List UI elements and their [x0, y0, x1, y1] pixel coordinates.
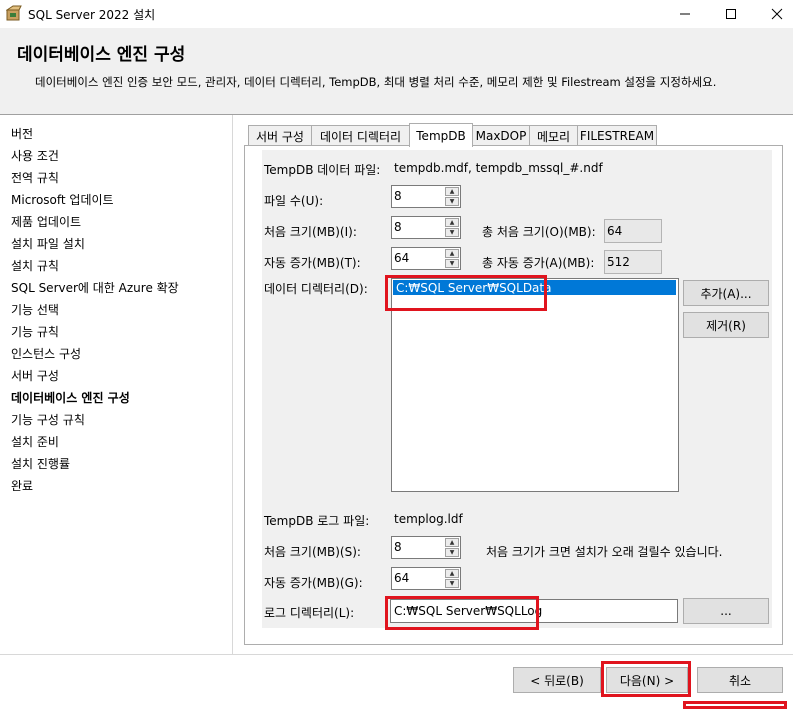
- total-autogrowth-label: 총 자동 증가(A)(MB):: [482, 256, 595, 270]
- nav-item: 전역 규칙: [11, 171, 59, 185]
- nav-item: 설치 준비: [11, 435, 59, 449]
- sql-setup-box-icon: [5, 5, 22, 21]
- log-initial-size-value: 8: [394, 540, 402, 554]
- total-initial-size-label: 총 처음 크기(O)(MB):: [482, 225, 596, 239]
- tab-filestream[interactable]: FILESTREAM: [577, 125, 657, 146]
- spin-down-icon[interactable]: ▼: [445, 259, 459, 268]
- total-initial-size-field: 64: [604, 219, 662, 243]
- total-autogrowth-value: 512: [607, 255, 630, 269]
- log-autogrowth-label: 자동 증가(MB)(G):: [264, 576, 363, 590]
- log-autogrowth-stepper[interactable]: 64 ▲ ▼: [391, 567, 461, 590]
- nav-item: 설치 진행률: [11, 457, 71, 471]
- log-file-label: TempDB 로그 파일:: [264, 514, 370, 528]
- autogrowth-label: 자동 증가(MB)(T):: [264, 256, 361, 270]
- remove-directory-button[interactable]: 제거(R): [683, 312, 769, 338]
- page-description: 데이터베이스 엔진 인증 보안 모드, 관리자, 데이터 디렉터리, TempD…: [35, 75, 717, 89]
- close-button[interactable]: [754, 0, 793, 28]
- minimize-button[interactable]: [662, 0, 708, 28]
- nav-item: 기능 규칙: [11, 325, 59, 339]
- tab-server-config[interactable]: 서버 구성: [248, 125, 312, 146]
- add-directory-button[interactable]: 추가(A)...: [683, 280, 769, 306]
- nav-item: 설치 규칙: [11, 259, 59, 273]
- nav-item: 인스턴스 구성: [11, 347, 82, 361]
- maximize-icon: [726, 9, 736, 19]
- data-directory-path: C:₩SQL Server₩SQLData: [396, 281, 552, 295]
- tab-tempdb[interactable]: TempDB: [409, 123, 473, 147]
- close-icon: [771, 8, 783, 20]
- nav-item: 서버 구성: [11, 369, 59, 383]
- data-directory-row[interactable]: C:₩SQL Server₩SQLData: [393, 280, 676, 295]
- nav-divider: [232, 115, 233, 655]
- nav-item: SQL Server에 대한 Azure 확장: [11, 281, 179, 295]
- log-directory-label: 로그 디렉터리(L):: [264, 606, 355, 620]
- nav-item: 기능 선택: [11, 303, 59, 317]
- page-header: 데이터베이스 엔진 구성 데이터베이스 엔진 인증 보안 모드, 관리자, 데이…: [0, 28, 793, 115]
- file-count-stepper[interactable]: 8 ▲ ▼: [391, 185, 461, 208]
- nav-item: 완료: [11, 479, 34, 493]
- spin-down-icon[interactable]: ▼: [445, 548, 459, 557]
- data-files-value: tempdb.mdf, tempdb_mssql_#.ndf: [394, 161, 603, 175]
- spin-down-icon[interactable]: ▼: [445, 579, 459, 588]
- tab-memory[interactable]: 메모리: [529, 125, 578, 146]
- maximize-button[interactable]: [708, 0, 754, 28]
- page-title: 데이터베이스 엔진 구성: [17, 45, 186, 65]
- initial-size-value: 8: [394, 220, 402, 234]
- spin-down-icon[interactable]: ▼: [445, 228, 459, 237]
- log-size-warning: 처음 크기가 크면 설치가 오래 걸릴수 있습니다.: [486, 545, 723, 559]
- window-title: SQL Server 2022 설치: [28, 8, 156, 22]
- nav-item: 사용 조건: [11, 149, 59, 163]
- initial-size-label: 처음 크기(MB)(I):: [264, 225, 357, 239]
- autogrowth-stepper[interactable]: 64 ▲ ▼: [391, 247, 461, 270]
- cancel-button-highlight: [683, 701, 787, 709]
- autogrowth-value: 64: [394, 251, 410, 265]
- spin-up-icon[interactable]: ▲: [445, 218, 459, 227]
- total-autogrowth-field: 512: [604, 250, 662, 274]
- nav-item: 설치 파일 설치: [11, 237, 85, 251]
- log-directory-path: C:₩SQL Server₩SQLLog: [394, 604, 543, 618]
- spin-up-icon[interactable]: ▲: [445, 538, 459, 547]
- nav-item: 제품 업데이트: [11, 215, 82, 229]
- spin-up-icon[interactable]: ▲: [445, 569, 459, 578]
- nav-item: 버전: [11, 127, 34, 141]
- back-button[interactable]: < 뒤로(B): [513, 667, 601, 693]
- nav-item: 데이터베이스 엔진 구성: [11, 391, 130, 405]
- log-initial-size-label: 처음 크기(MB)(S):: [264, 545, 361, 559]
- nav-item: 기능 구성 규칙: [11, 413, 85, 427]
- log-autogrowth-value: 64: [394, 571, 410, 585]
- file-count-value: 8: [394, 189, 402, 203]
- data-files-label: TempDB 데이터 파일:: [264, 163, 381, 177]
- spin-up-icon[interactable]: ▲: [445, 187, 459, 196]
- setup-steps-nav: 버전사용 조건전역 규칙 Microsoft 업데이트제품 업데이트설치 파일 설…: [0, 115, 232, 655]
- log-file-value: templog.ldf: [394, 512, 463, 526]
- spin-down-icon[interactable]: ▼: [445, 197, 459, 206]
- data-directories-label: 데이터 디렉터리(D):: [264, 282, 368, 296]
- spin-up-icon[interactable]: ▲: [445, 249, 459, 258]
- browse-log-directory-button[interactable]: ...: [683, 598, 769, 624]
- initial-size-stepper[interactable]: 8 ▲ ▼: [391, 216, 461, 239]
- tab-data-directories[interactable]: 데이터 디렉터리: [311, 125, 410, 146]
- total-initial-size-value: 64: [607, 224, 623, 238]
- title-bar: SQL Server 2022 설치: [0, 0, 793, 28]
- tab-maxdop[interactable]: MaxDOP: [472, 125, 530, 146]
- file-count-label: 파일 수(U):: [264, 194, 324, 208]
- data-directories-list[interactable]: [391, 278, 679, 492]
- minimize-icon: [680, 13, 690, 15]
- nav-item: Microsoft 업데이트: [11, 193, 114, 207]
- cancel-button[interactable]: 취소: [697, 667, 783, 693]
- next-button[interactable]: 다음(N) >: [606, 667, 688, 693]
- log-directory-input[interactable]: C:₩SQL Server₩SQLLog: [390, 599, 678, 623]
- footer-divider: [0, 654, 793, 655]
- log-initial-size-stepper[interactable]: 8 ▲ ▼: [391, 536, 461, 559]
